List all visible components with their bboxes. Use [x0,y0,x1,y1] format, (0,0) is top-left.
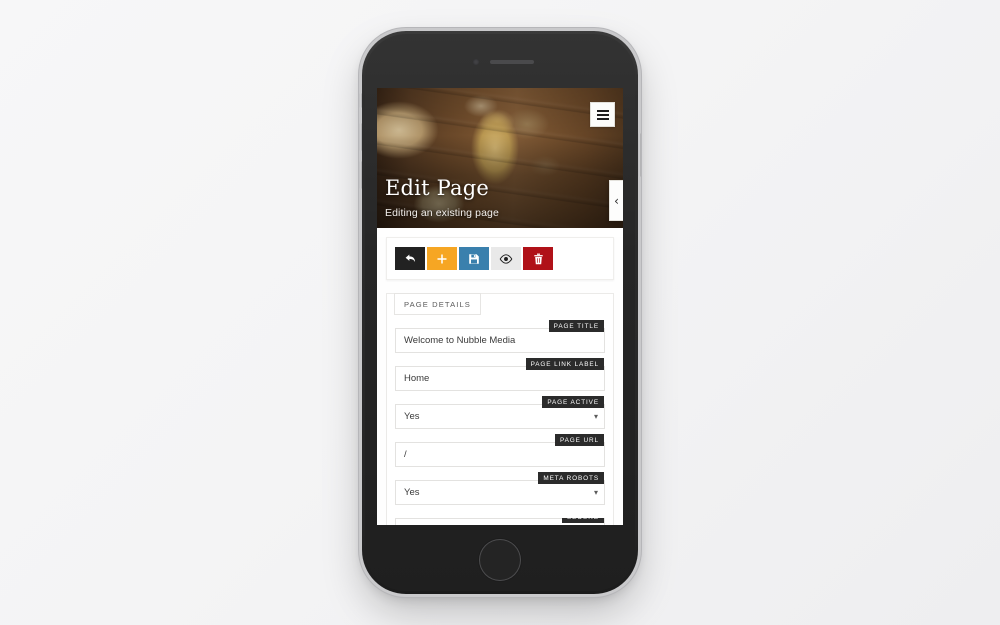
field-page-title: PAGE TITLE [395,320,605,353]
back-arrow-icon [405,254,415,263]
chevron-left-icon: ‹ [614,193,619,208]
hero-text-block: Edit Page Editing an existing page [385,177,499,219]
delete-button[interactable] [523,247,553,270]
home-button[interactable] [479,539,521,581]
field-page-active: PAGE ACTIVE Yes No ▾ [395,396,605,429]
floppy-disk-icon [469,253,479,264]
back-button[interactable] [395,247,425,270]
sidebar-toggle-tab[interactable]: ‹ [609,180,623,221]
field-label-page-title: PAGE TITLE [548,320,604,333]
device-stage: ‹ Edit Page Editing an existing page PAG… [0,0,1000,625]
field-meta-robots: META ROBOTS Yes No ▾ [395,472,605,505]
volume-down-button[interactable] [359,161,362,189]
hamburger-icon-bar [596,117,609,120]
field-secure: SECURE [395,518,605,525]
plus-icon [437,254,447,263]
phone-frame: ‹ Edit Page Editing an existing page PAG… [359,31,641,594]
page-details-panel: PAGE DETAILS PAGE TITLE PAGE LINK LABEL [386,293,614,525]
menu-button[interactable] [590,102,615,127]
page-subtitle: Editing an existing page [385,207,499,219]
eye-icon [499,253,513,264]
trash-icon [533,253,543,264]
page-hero-header: ‹ Edit Page Editing an existing page [377,88,623,228]
field-label-secure: SECURE [561,518,604,524]
field-label-page-active: PAGE ACTIVE [542,396,604,409]
app-content: PAGE DETAILS PAGE TITLE PAGE LINK LABEL [377,237,623,525]
preview-button[interactable] [491,247,521,270]
hamburger-icon-bar [596,109,609,112]
earpiece-speaker [490,60,534,64]
front-camera-icon [473,59,479,65]
page-title: Edit Page [385,175,489,200]
field-page-url: PAGE URL [395,434,605,467]
silent-switch[interactable] [359,93,362,108]
field-label-page-url: PAGE URL [554,434,604,447]
field-label-page-link-label: PAGE LINK LABEL [525,358,604,371]
toolbar-card [386,237,614,280]
field-label-meta-robots: META ROBOTS [538,472,604,485]
field-page-link-label: PAGE LINK LABEL [395,358,605,391]
add-button[interactable] [427,247,457,270]
power-button[interactable] [638,133,641,177]
hamburger-icon-bar [596,113,609,116]
panel-tabs: PAGE DETAILS [394,293,605,315]
action-toolbar [395,247,605,270]
volume-up-button[interactable] [359,123,362,151]
phone-screen: ‹ Edit Page Editing an existing page PAG… [377,88,623,525]
tab-page-details[interactable]: PAGE DETAILS [394,293,481,315]
save-button[interactable] [459,247,489,270]
